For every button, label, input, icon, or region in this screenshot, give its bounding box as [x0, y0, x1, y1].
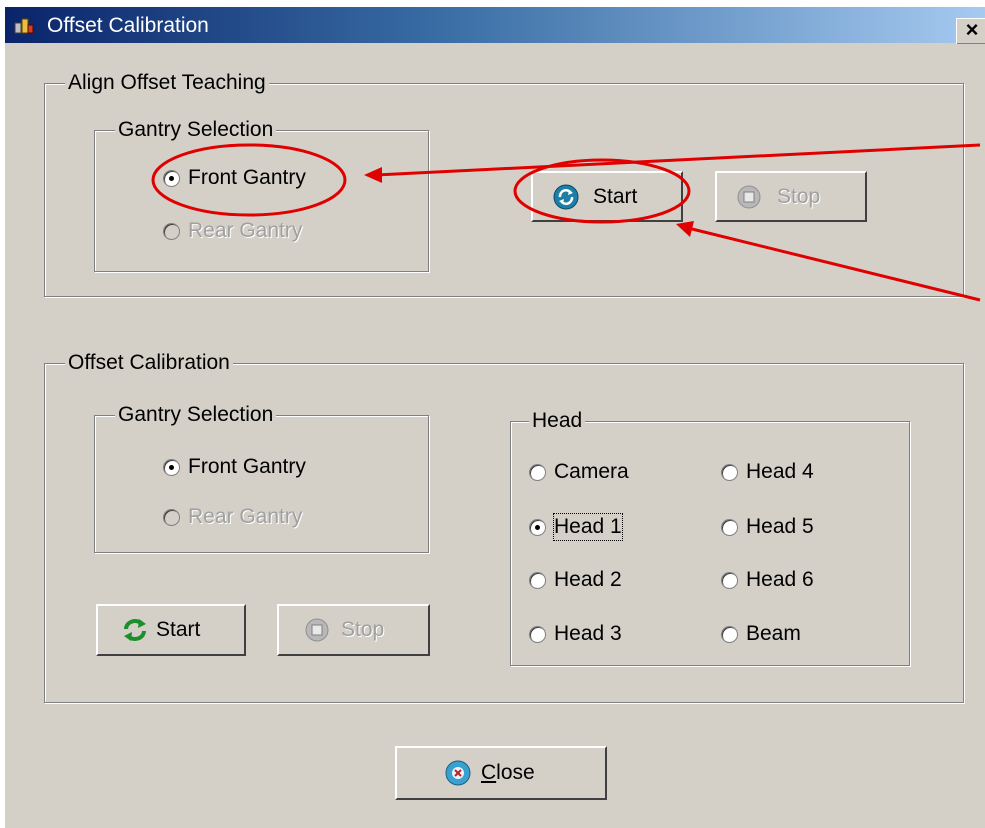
align-gantry-selection-legend: Gantry Selection [115, 117, 277, 143]
head-camera-radio[interactable]: Camera [529, 459, 669, 485]
close-label: Close [481, 761, 535, 784]
offset-gantry-selection-group: Gantry Selection Front Gantry Rear Gantr… [94, 402, 429, 553]
window-title: Offset Calibration [47, 14, 209, 37]
offset-calibration-dialog: Offset Calibration × Align Offset Teachi… [4, 6, 985, 828]
beam-radio[interactable]: Beam [721, 621, 861, 647]
stop-icon [737, 185, 761, 208]
align-start-label: Start [593, 184, 638, 208]
radio-dot-icon [163, 223, 180, 240]
close-x-icon: × [965, 17, 979, 42]
align-rear-gantry-radio[interactable]: Rear Gantry [163, 218, 333, 244]
offset-calibration-group: Offset Calibration Gantry Selection Fron… [44, 350, 964, 703]
offset-rear-gantry-label: Rear Gantry [188, 505, 303, 528]
head-5-label: Head 5 [746, 515, 814, 538]
offset-gantry-selection-legend: Gantry Selection [115, 402, 277, 428]
refresh-icon [553, 184, 579, 209]
offset-calibration-legend: Offset Calibration [65, 350, 233, 376]
head-5-radio[interactable]: Head 5 [721, 514, 861, 540]
sync-arrows-icon [124, 619, 146, 641]
radio-dot-icon [721, 572, 738, 589]
radio-dot-icon [721, 464, 738, 481]
head-4-label: Head 4 [746, 460, 814, 483]
offset-rear-gantry-radio[interactable]: Rear Gantry [163, 504, 333, 530]
align-front-gantry-label: Front Gantry [188, 166, 306, 189]
title-bar[interactable]: Offset Calibration × [5, 7, 985, 44]
align-front-gantry-radio[interactable]: Front Gantry [163, 165, 333, 191]
head-6-label: Head 6 [746, 568, 814, 591]
radio-dot-icon [721, 626, 738, 643]
stop-icon [305, 618, 329, 642]
align-rear-gantry-label: Rear Gantry [188, 219, 303, 242]
radio-dot-icon [163, 509, 180, 526]
head-1-radio[interactable]: Head 1 [529, 513, 669, 541]
radio-dot-icon [529, 572, 546, 589]
radio-dot-icon [529, 519, 546, 536]
app-icon [14, 18, 34, 34]
align-gantry-selection-group: Gantry Selection Front Gantry Rear Gantr… [94, 117, 429, 272]
head-group: Head Camera Head 1 Head 2 Head 3 Head 4 [510, 408, 910, 666]
radio-dot-icon [529, 464, 546, 481]
offset-stop-button[interactable]: Stop [277, 604, 430, 656]
offset-front-gantry-radio[interactable]: Front Gantry [163, 454, 333, 480]
radio-dot-icon [529, 626, 546, 643]
head-camera-label: Camera [554, 460, 629, 483]
close-button[interactable]: Close [395, 746, 607, 800]
radio-dot-icon [163, 170, 180, 187]
head-3-label: Head 3 [554, 622, 622, 645]
align-stop-label: Stop [777, 184, 821, 208]
close-circle-icon [445, 760, 471, 786]
head-2-radio[interactable]: Head 2 [529, 567, 669, 593]
radio-dot-icon [163, 459, 180, 476]
head-3-radio[interactable]: Head 3 [529, 621, 669, 647]
offset-stop-label: Stop [341, 618, 385, 641]
align-start-button[interactable]: Start [531, 171, 683, 222]
offset-front-gantry-label: Front Gantry [188, 455, 306, 478]
head-6-radio[interactable]: Head 6 [721, 567, 861, 593]
align-stop-button[interactable]: Stop [715, 171, 867, 222]
beam-label: Beam [746, 622, 801, 645]
offset-start-button[interactable]: Start [96, 604, 246, 656]
head-legend: Head [529, 408, 586, 434]
head-4-radio[interactable]: Head 4 [721, 459, 861, 485]
align-offset-teaching-group: Align Offset Teaching Gantry Selection F… [44, 70, 964, 297]
head-1-label: Head 1 [553, 513, 623, 541]
head-2-label: Head 2 [554, 568, 622, 591]
window-close-button[interactable]: × [956, 18, 985, 44]
offset-start-label: Start [156, 618, 201, 641]
align-offset-teaching-legend: Align Offset Teaching [65, 70, 269, 96]
radio-dot-icon [721, 519, 738, 536]
